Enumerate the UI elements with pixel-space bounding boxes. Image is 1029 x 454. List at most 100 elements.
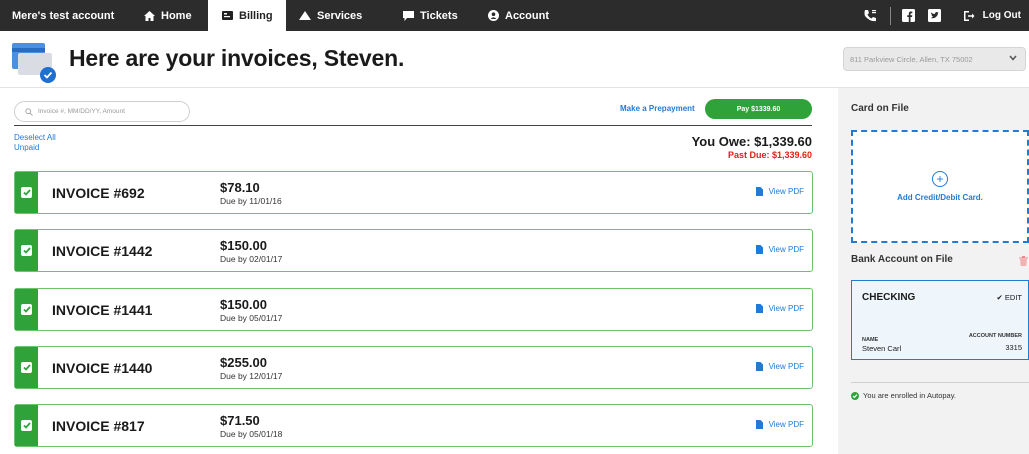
invoice-due-date: Due by 05/01/17 bbox=[220, 313, 283, 323]
tab-account[interactable]: Account bbox=[476, 0, 566, 31]
view-pdf-label: View PDF bbox=[768, 362, 804, 371]
page-title: Here are your invoices, Steven. bbox=[69, 45, 405, 71]
tab-services-label: Services bbox=[317, 9, 363, 22]
checkbox-checked-icon bbox=[21, 362, 32, 373]
pencil-icon: ✔ bbox=[996, 293, 1003, 302]
bank-account-card: CHECKING ✔ EDIT NAME Steven Carl ACCOUNT… bbox=[851, 280, 1029, 360]
invoice-due-date: Due by 02/01/17 bbox=[220, 254, 283, 264]
tab-tickets[interactable]: Tickets bbox=[391, 0, 476, 31]
account-type: CHECKING bbox=[862, 292, 916, 303]
amount-owed: You Owe: $1,339.60 bbox=[691, 134, 812, 149]
invoice-due-date: Due by 11/01/16 bbox=[220, 196, 282, 206]
account-number-label: ACCOUNT NUMBER bbox=[968, 333, 1022, 339]
nav-right-group: Log Out bbox=[852, 0, 1029, 31]
invoice-amount: $150.00 bbox=[220, 297, 267, 312]
invoice-checkbox[interactable] bbox=[15, 405, 38, 446]
checkbox-checked-icon bbox=[21, 187, 32, 198]
invoice-row[interactable]: INVOICE #1441 $150.00 Due by 05/01/17 Vi… bbox=[14, 288, 813, 331]
tab-billing-label: Billing bbox=[239, 9, 273, 22]
invoice-row[interactable]: INVOICE #817 $71.50 Due by 05/01/18 View… bbox=[14, 404, 813, 447]
view-pdf-link[interactable]: View PDF bbox=[755, 304, 804, 313]
view-pdf-link[interactable]: View PDF bbox=[755, 420, 804, 429]
invoice-number: INVOICE #1441 bbox=[52, 302, 153, 318]
view-pdf-link[interactable]: View PDF bbox=[755, 245, 804, 254]
invoice-due-date: Due by 05/01/18 bbox=[220, 429, 283, 439]
view-pdf-label: View PDF bbox=[768, 187, 804, 196]
card-on-file-title: Card on File bbox=[851, 103, 909, 114]
invoice-number: INVOICE #1440 bbox=[52, 360, 153, 376]
service-address-select[interactable]: 811 Parkview Circle, Allen, TX 75002 bbox=[843, 47, 1026, 71]
view-pdf-label: View PDF bbox=[768, 420, 804, 429]
view-pdf-link[interactable]: View PDF bbox=[755, 362, 804, 371]
tab-billing[interactable]: Billing bbox=[208, 0, 286, 31]
services-icon bbox=[299, 11, 311, 20]
facebook-icon[interactable] bbox=[901, 8, 917, 24]
name-label: NAME bbox=[862, 337, 879, 343]
tab-tickets-label: Tickets bbox=[420, 9, 458, 22]
payment-methods-sidebar: Card on File + Add Credit/Debit Card. Ba… bbox=[838, 88, 1029, 454]
checkbox-checked-icon bbox=[21, 304, 32, 315]
toolbar-divider bbox=[14, 125, 812, 126]
invoice-search[interactable]: Invoice #, MM/DD/YY, Amount bbox=[14, 101, 190, 122]
invoice-number: INVOICE #692 bbox=[52, 185, 145, 201]
phone-icon[interactable] bbox=[862, 8, 878, 24]
invoice-amount: $255.00 bbox=[220, 355, 267, 370]
invoice-check-icon bbox=[12, 39, 58, 83]
edit-bank-button[interactable]: ✔ EDIT bbox=[997, 293, 1022, 302]
account-number-value: 3315 bbox=[1005, 343, 1022, 352]
view-pdf-link[interactable]: View PDF bbox=[755, 187, 804, 196]
invoice-row[interactable]: INVOICE #1442 $150.00 Due by 02/01/17 Vi… bbox=[14, 229, 813, 272]
tab-services[interactable]: Services bbox=[286, 0, 391, 31]
checkbox-checked-icon bbox=[21, 245, 32, 256]
invoice-number: INVOICE #817 bbox=[52, 418, 145, 434]
account-switcher[interactable]: Mere's test account bbox=[0, 0, 129, 31]
check-circle-icon bbox=[851, 391, 859, 400]
invoice-due-date: Due by 12/01/17 bbox=[220, 371, 283, 381]
view-pdf-label: View PDF bbox=[768, 245, 804, 254]
tickets-icon bbox=[403, 10, 414, 21]
plus-circle-icon: + bbox=[932, 171, 948, 187]
invoice-checkbox[interactable] bbox=[15, 289, 38, 330]
view-pdf-label: View PDF bbox=[768, 304, 804, 313]
logout-icon[interactable] bbox=[961, 8, 977, 24]
autopay-status: You are enrolled in Autopay. bbox=[851, 391, 956, 400]
pdf-file-icon bbox=[755, 362, 763, 371]
make-prepayment-link[interactable]: Make a Prepayment bbox=[620, 104, 695, 113]
sidebar-divider bbox=[851, 382, 1029, 383]
autopay-text: You are enrolled in Autopay. bbox=[863, 391, 956, 400]
unpaid-filter-link[interactable]: Unpaid bbox=[14, 143, 39, 152]
service-address-value: 811 Parkview Circle, Allen, TX 75002 bbox=[850, 54, 973, 64]
nav-separator bbox=[889, 6, 891, 25]
add-card-button[interactable]: + Add Credit/Debit Card. bbox=[851, 130, 1029, 243]
pdf-file-icon bbox=[755, 420, 763, 429]
account-holder-name: Steven Carl bbox=[862, 344, 902, 353]
invoice-amount: $150.00 bbox=[220, 238, 267, 253]
bank-account-title: Bank Account on File bbox=[851, 254, 953, 265]
search-placeholder: Invoice #, MM/DD/YY, Amount bbox=[38, 108, 125, 115]
pay-button[interactable]: Pay $1339.60 bbox=[705, 99, 812, 119]
pdf-file-icon bbox=[755, 245, 763, 254]
invoice-amount: $78.10 bbox=[220, 180, 260, 195]
invoice-row[interactable]: INVOICE #1440 $255.00 Due by 12/01/17 Vi… bbox=[14, 346, 813, 389]
invoice-checkbox[interactable] bbox=[15, 172, 38, 213]
invoice-row[interactable]: INVOICE #692 $78.10 Due by 11/01/16 View… bbox=[14, 171, 813, 214]
twitter-icon[interactable] bbox=[927, 8, 943, 24]
invoice-checkbox[interactable] bbox=[15, 347, 38, 388]
chevron-down-icon bbox=[1009, 54, 1017, 63]
add-card-label: Add Credit/Debit Card. bbox=[897, 193, 983, 202]
billing-icon bbox=[222, 11, 233, 20]
account-icon bbox=[488, 10, 499, 21]
account-name: Mere's test account bbox=[12, 9, 115, 22]
invoice-checkbox[interactable] bbox=[15, 230, 38, 271]
tab-home-label: Home bbox=[161, 9, 192, 22]
page-header: Here are your invoices, Steven. 811 Park… bbox=[0, 31, 1029, 88]
pdf-file-icon bbox=[755, 304, 763, 313]
tab-home[interactable]: Home bbox=[129, 0, 208, 31]
logout-link[interactable]: Log Out bbox=[983, 10, 1021, 21]
search-icon bbox=[25, 103, 33, 121]
trash-icon[interactable] bbox=[1019, 253, 1028, 271]
checkbox-checked-icon bbox=[21, 420, 32, 431]
past-due-amount: Past Due: $1,339.60 bbox=[727, 150, 812, 160]
top-nav: Mere's test account Home Billing Service… bbox=[0, 0, 1029, 31]
deselect-all-link[interactable]: Deselect All bbox=[14, 133, 56, 142]
